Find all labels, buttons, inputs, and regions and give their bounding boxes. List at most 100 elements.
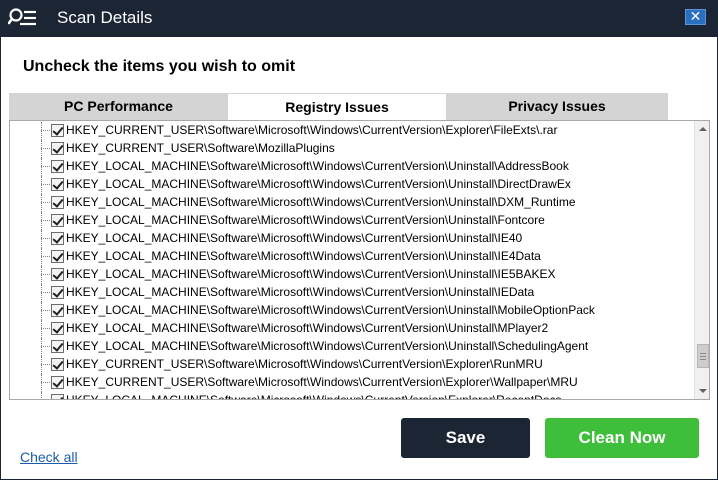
item-label: HKEY_CURRENT_USER\Software\Microsoft\Win… (66, 357, 543, 371)
save-button[interactable]: Save (401, 418, 530, 458)
list-item[interactable]: HKEY_LOCAL_MACHINE\Software\Microsoft\Wi… (10, 158, 694, 176)
item-label: HKEY_LOCAL_MACHINE\Software\Microsoft\Wi… (66, 285, 535, 299)
arrow-down-icon (699, 389, 707, 393)
item-label: HKEY_LOCAL_MACHINE\Software\Microsoft\Wi… (66, 321, 549, 335)
tree-line (41, 284, 42, 302)
item-checkbox[interactable] (51, 214, 64, 227)
tree-line (41, 302, 42, 320)
item-checkbox[interactable] (51, 178, 64, 191)
item-label: HKEY_LOCAL_MACHINE\Software\Microsoft\Wi… (66, 339, 589, 353)
tree-line (41, 212, 42, 230)
registry-items-list: HKEY_CURRENT_USER\Software\Microsoft\Win… (9, 120, 710, 400)
tree-connector (41, 130, 50, 131)
list-viewport: HKEY_CURRENT_USER\Software\Microsoft\Win… (10, 121, 694, 399)
clean-now-button[interactable]: Clean Now (545, 418, 699, 458)
list-item[interactable]: HKEY_CURRENT_USER\Software\Microsoft\Win… (10, 122, 694, 140)
grip-line (700, 356, 706, 357)
item-label: HKEY_CURRENT_USER\Software\MozillaPlugin… (66, 141, 335, 155)
item-checkbox[interactable] (51, 268, 64, 281)
item-label: HKEY_LOCAL_MACHINE\Software\Microsoft\Wi… (66, 393, 562, 399)
item-label: HKEY_CURRENT_USER\Software\Microsoft\Win… (66, 123, 558, 137)
tree-line (41, 230, 42, 248)
scroll-up-button[interactable] (695, 121, 709, 137)
list-item[interactable]: HKEY_LOCAL_MACHINE\Software\Microsoft\Wi… (10, 266, 694, 284)
tree-connector (41, 166, 50, 167)
list-item[interactable]: HKEY_LOCAL_MACHINE\Software\Microsoft\Wi… (10, 320, 694, 338)
item-checkbox[interactable] (51, 160, 64, 173)
title-bar: Scan Details ✕ (0, 0, 718, 37)
tree-line (41, 122, 42, 140)
tree-line (41, 176, 42, 194)
window-title: Scan Details (57, 8, 153, 27)
tree-line (41, 248, 42, 266)
scroll-down-button[interactable] (695, 383, 709, 399)
vertical-scrollbar[interactable] (694, 121, 709, 399)
list-item[interactable]: HKEY_LOCAL_MACHINE\Software\Microsoft\Wi… (10, 338, 694, 356)
item-checkbox[interactable] (51, 394, 64, 399)
item-label: HKEY_LOCAL_MACHINE\Software\Microsoft\Wi… (66, 213, 545, 227)
check-all-link[interactable]: Check all (20, 449, 78, 465)
item-checkbox[interactable] (51, 232, 64, 245)
list-item[interactable]: HKEY_LOCAL_MACHINE\Software\Microsoft\Wi… (10, 302, 694, 320)
close-icon: ✕ (689, 8, 702, 24)
tree-connector (41, 184, 50, 185)
tree-line (41, 194, 42, 212)
tab-pc-performance[interactable]: PC Performance (9, 93, 228, 120)
tree-line (41, 140, 42, 158)
tree-connector (41, 220, 50, 221)
list-item[interactable]: HKEY_LOCAL_MACHINE\Software\Microsoft\Wi… (10, 392, 694, 399)
tab-strip: PC Performance Registry Issues Privacy I… (9, 93, 668, 120)
tree-connector (41, 256, 50, 257)
tree-connector (41, 148, 50, 149)
item-label: HKEY_LOCAL_MACHINE\Software\Microsoft\Wi… (66, 249, 541, 263)
item-checkbox[interactable] (51, 196, 64, 209)
list-item[interactable]: HKEY_LOCAL_MACHINE\Software\Microsoft\Wi… (10, 230, 694, 248)
list-item[interactable]: HKEY_LOCAL_MACHINE\Software\Microsoft\Wi… (10, 284, 694, 302)
tree-connector (41, 364, 50, 365)
close-button[interactable]: ✕ (685, 9, 706, 25)
tree-line (41, 158, 42, 176)
item-checkbox[interactable] (51, 124, 64, 137)
item-checkbox[interactable] (51, 142, 64, 155)
grip-line (700, 359, 706, 360)
scroll-thumb[interactable] (697, 344, 709, 368)
tree-connector (41, 310, 50, 311)
tab-privacy-issues[interactable]: Privacy Issues (446, 93, 668, 120)
tree-line (41, 320, 42, 338)
item-label: HKEY_LOCAL_MACHINE\Software\Microsoft\Wi… (66, 267, 556, 281)
tree-connector (41, 346, 50, 347)
tree-connector (41, 382, 50, 383)
instructions-heading: Uncheck the items you wish to omit (23, 58, 296, 75)
tree-connector (41, 238, 50, 239)
list-item[interactable]: HKEY_CURRENT_USER\Software\MozillaPlugin… (10, 140, 694, 158)
item-checkbox[interactable] (51, 340, 64, 353)
item-label: HKEY_LOCAL_MACHINE\Software\Microsoft\Wi… (66, 195, 576, 209)
tree-line (41, 356, 42, 374)
list-item[interactable]: HKEY_LOCAL_MACHINE\Software\Microsoft\Wi… (10, 248, 694, 266)
list-item[interactable]: HKEY_CURRENT_USER\Software\Microsoft\Win… (10, 374, 694, 392)
tree-connector (41, 328, 50, 329)
tree-line (41, 374, 42, 392)
item-label: HKEY_LOCAL_MACHINE\Software\Microsoft\Wi… (66, 177, 571, 191)
item-label: HKEY_CURRENT_USER\Software\Microsoft\Win… (66, 375, 578, 389)
item-checkbox[interactable] (51, 376, 64, 389)
tree-connector (41, 202, 50, 203)
item-checkbox[interactable] (51, 250, 64, 263)
list-item[interactable]: HKEY_LOCAL_MACHINE\Software\Microsoft\Wi… (10, 176, 694, 194)
list-item[interactable]: HKEY_LOCAL_MACHINE\Software\Microsoft\Wi… (10, 212, 694, 230)
tree-line (41, 392, 42, 399)
item-checkbox[interactable] (51, 322, 64, 335)
item-checkbox[interactable] (51, 358, 64, 371)
list-item[interactable]: HKEY_LOCAL_MACHINE\Software\Microsoft\Wi… (10, 194, 694, 212)
tree-connector (41, 274, 50, 275)
item-checkbox[interactable] (51, 304, 64, 317)
item-label: HKEY_LOCAL_MACHINE\Software\Microsoft\Wi… (66, 159, 569, 173)
item-checkbox[interactable] (51, 286, 64, 299)
grip-line (700, 353, 706, 354)
item-label: HKEY_LOCAL_MACHINE\Software\Microsoft\Wi… (66, 303, 595, 317)
arrow-up-icon (699, 127, 707, 131)
tab-registry-issues[interactable]: Registry Issues (228, 93, 446, 120)
search-list-icon (8, 8, 36, 26)
list-item[interactable]: HKEY_CURRENT_USER\Software\Microsoft\Win… (10, 356, 694, 374)
tree-line (41, 266, 42, 284)
